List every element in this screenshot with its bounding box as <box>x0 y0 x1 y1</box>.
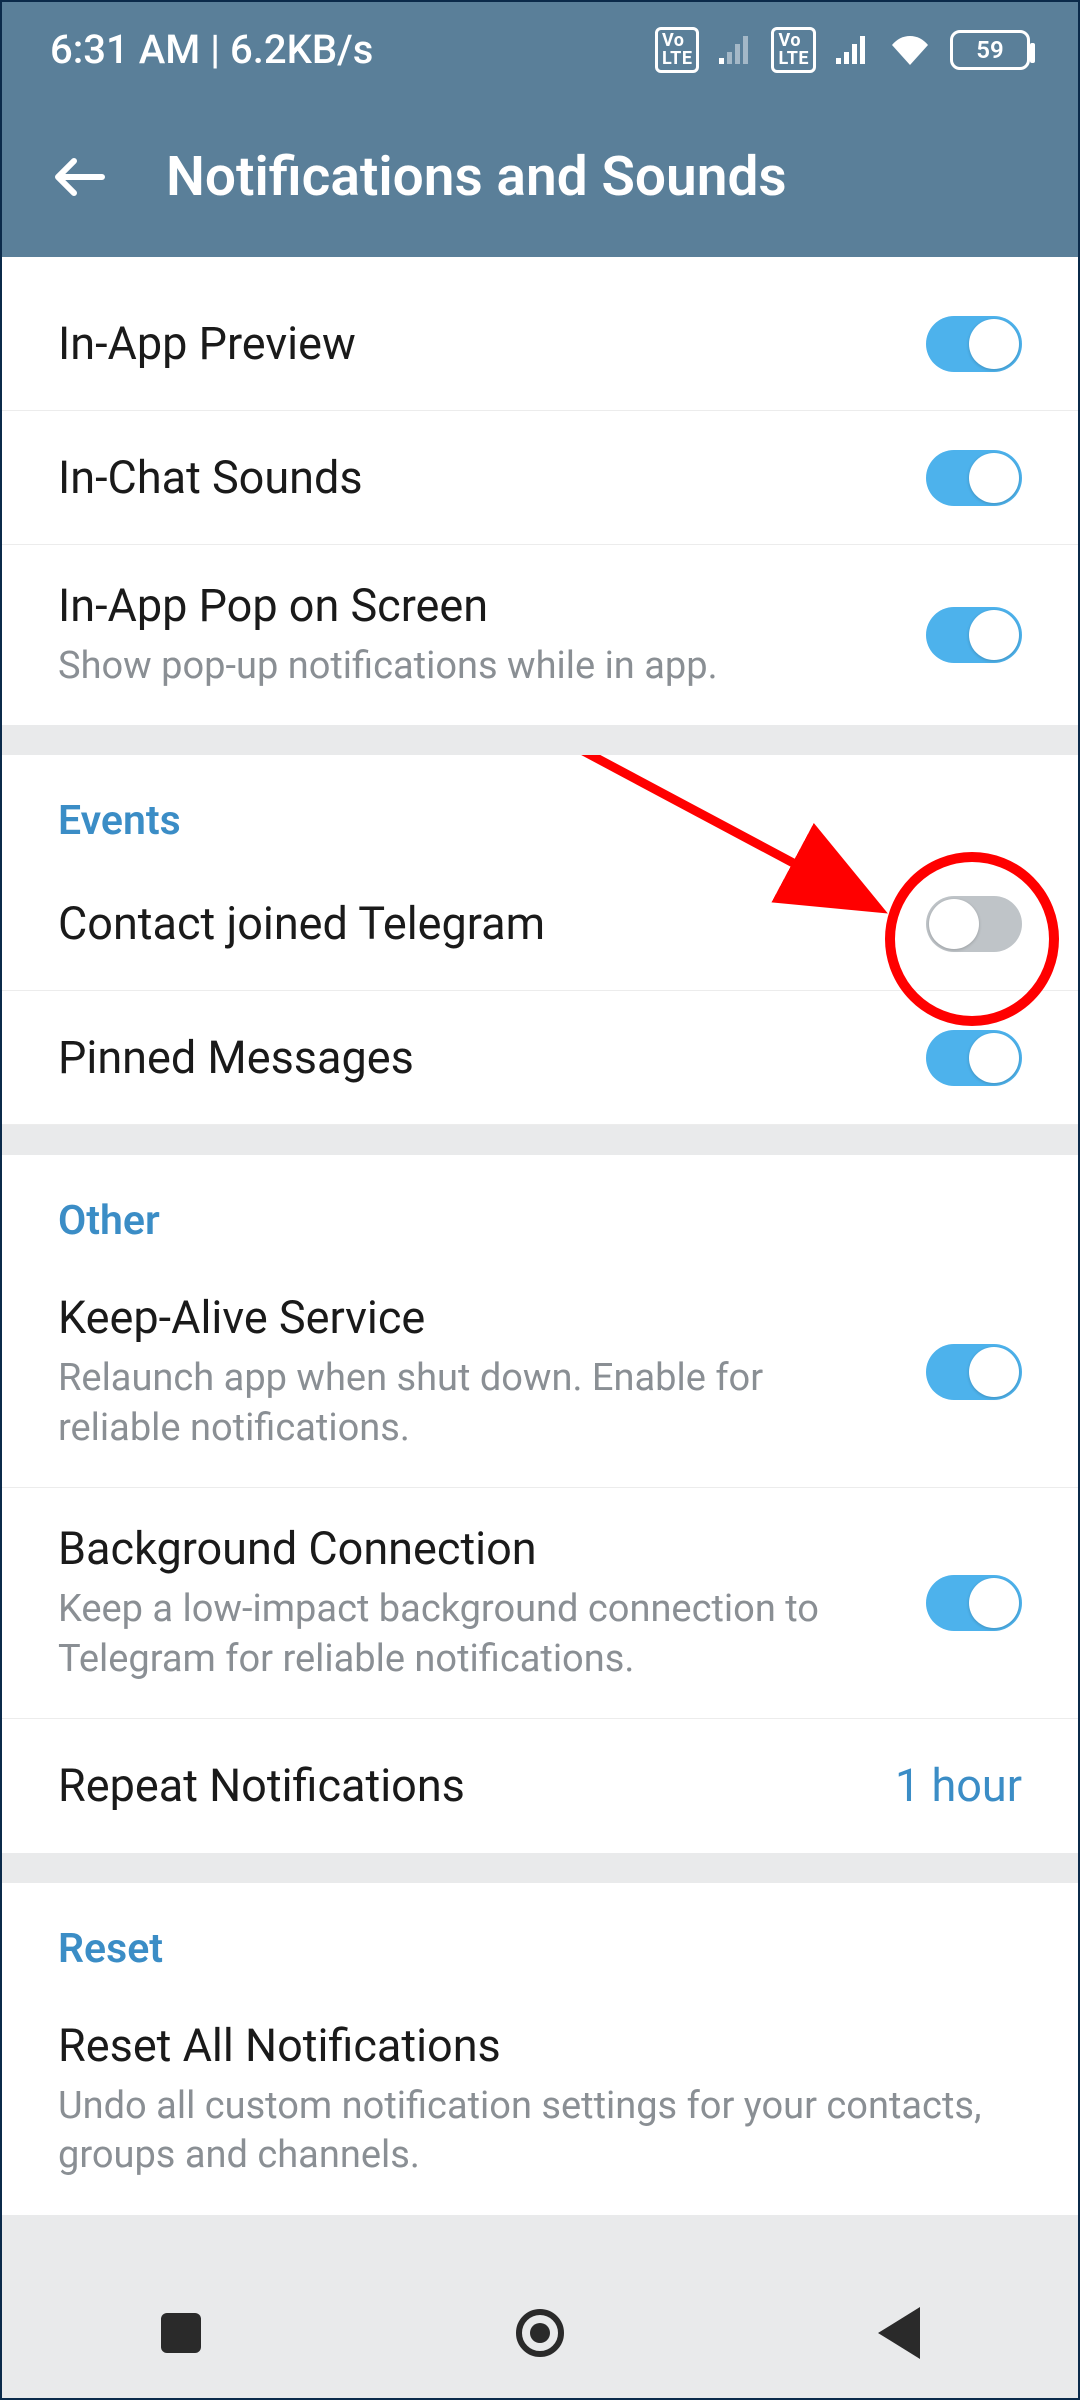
volte-badge-icon: VoLTE <box>655 27 700 73</box>
signal-1-icon <box>717 34 753 66</box>
system-nav-bar <box>2 2268 1078 2398</box>
volte-badge-2-icon: VoLTE <box>771 27 816 73</box>
label-in-app-preview: In-App Preview <box>58 317 886 370</box>
bg-connection-toggle[interactable] <box>926 1575 1022 1631</box>
screen: 6:31 AM | 6.2KB/s VoLTE VoLTE 59 Notific… <box>0 0 1080 2400</box>
sub-reset-all: Undo all custom notification settings fo… <box>58 2082 982 2181</box>
pinned-messages-toggle[interactable] <box>926 1030 1022 1086</box>
circle-icon <box>516 2309 564 2357</box>
group-reset: Reset Reset All Notifications Undo all c… <box>2 1883 1078 2215</box>
label-bg-conn: Background Connection <box>58 1522 886 1575</box>
group-other: Other Keep-Alive Service Relaunch app wh… <box>2 1155 1078 1853</box>
signal-2-icon <box>834 34 870 66</box>
back-button[interactable] <box>50 147 110 207</box>
sub-keep-alive: Relaunch app when shut down. Enable for … <box>58 1354 886 1453</box>
battery-icon: 59 <box>950 30 1030 70</box>
section-header-reset: Reset <box>2 1883 1078 1985</box>
value-repeat: 1 hour <box>895 1759 1022 1812</box>
label-in-chat-sounds: In-Chat Sounds <box>58 451 886 504</box>
label-pinned: Pinned Messages <box>58 1031 886 1084</box>
row-repeat-notifications[interactable]: Repeat Notifications 1 hour <box>2 1719 1078 1853</box>
label-repeat: Repeat Notifications <box>58 1759 855 1812</box>
group-events: Events Contact joined Telegram Pinned Me… <box>2 755 1078 1125</box>
status-bar: 6:31 AM | 6.2KB/s VoLTE VoLTE 59 <box>2 2 1078 97</box>
contact-joined-toggle[interactable] <box>926 896 1022 952</box>
status-icons: VoLTE VoLTE 59 <box>655 27 1030 73</box>
settings-content: In-App Preview In-Chat Sounds In-App Pop… <box>2 257 1078 2268</box>
keep-alive-toggle[interactable] <box>926 1344 1022 1400</box>
nav-home-button[interactable] <box>440 2293 640 2373</box>
nav-back-button[interactable] <box>799 2293 999 2373</box>
app-header: Notifications and Sounds <box>2 97 1078 257</box>
row-pinned-messages[interactable]: Pinned Messages <box>2 991 1078 1125</box>
in-app-pop-toggle[interactable] <box>926 607 1022 663</box>
label-reset-all: Reset All Notifications <box>58 2019 982 2072</box>
page-title: Notifications and Sounds <box>166 145 787 209</box>
row-bg-connection[interactable]: Background Connection Keep a low-impact … <box>2 1488 1078 1719</box>
group-in-app: In-App Preview In-Chat Sounds In-App Pop… <box>2 257 1078 725</box>
status-time-net: 6:31 AM | 6.2KB/s <box>50 26 373 73</box>
label-keep-alive: Keep-Alive Service <box>58 1291 886 1344</box>
sub-in-app-pop: Show pop-up notifications while in app. <box>58 642 886 691</box>
row-in-app-pop[interactable]: In-App Pop on Screen Show pop-up notific… <box>2 545 1078 725</box>
label-contact-joined: Contact joined Telegram <box>58 897 886 950</box>
nav-recent-button[interactable] <box>81 2293 281 2373</box>
square-icon <box>161 2313 201 2353</box>
triangle-left-icon <box>878 2307 920 2359</box>
row-keep-alive[interactable]: Keep-Alive Service Relaunch app when shu… <box>2 1257 1078 1488</box>
arrow-left-icon <box>52 149 108 205</box>
in-chat-sounds-toggle[interactable] <box>926 450 1022 506</box>
row-contact-joined[interactable]: Contact joined Telegram <box>2 857 1078 991</box>
row-in-app-preview[interactable]: In-App Preview <box>2 277 1078 411</box>
row-reset-all[interactable]: Reset All Notifications Undo all custom … <box>2 1985 1078 2215</box>
wifi-icon <box>888 33 932 67</box>
section-header-other: Other <box>2 1155 1078 1257</box>
row-in-chat-sounds[interactable]: In-Chat Sounds <box>2 411 1078 545</box>
section-header-events: Events <box>2 755 1078 857</box>
label-in-app-pop: In-App Pop on Screen <box>58 579 886 632</box>
in-app-preview-toggle[interactable] <box>926 316 1022 372</box>
sub-bg-conn: Keep a low-impact background connection … <box>58 1585 886 1684</box>
